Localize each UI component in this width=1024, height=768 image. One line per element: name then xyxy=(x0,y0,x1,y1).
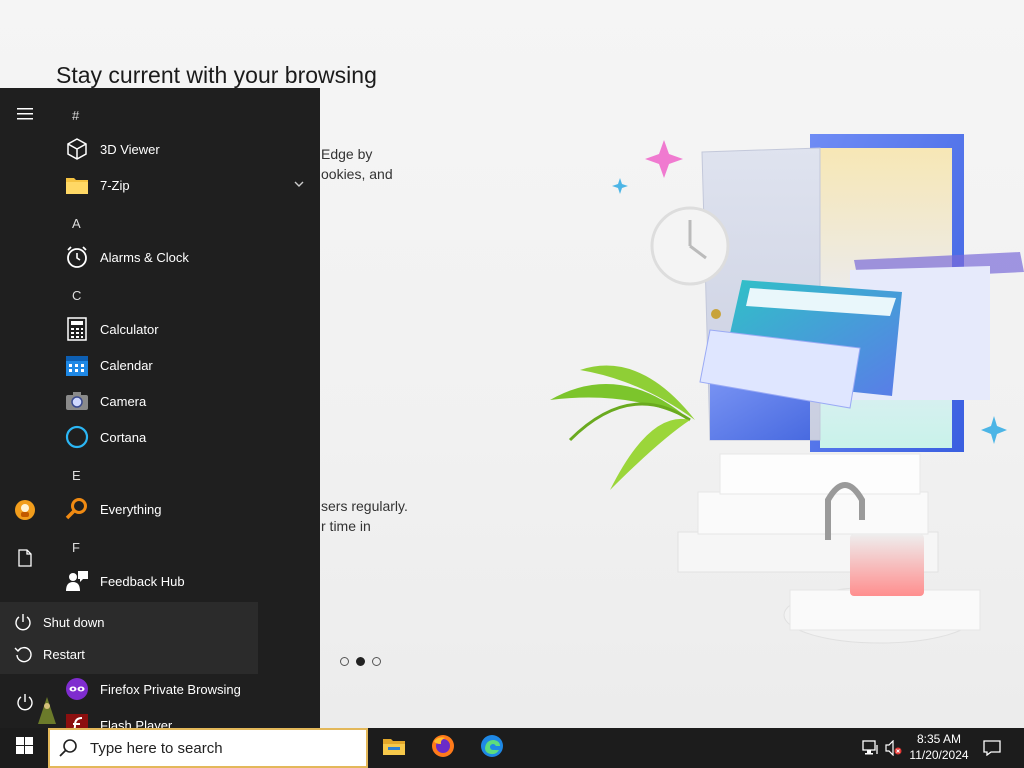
search-icon xyxy=(58,738,78,758)
start-button[interactable] xyxy=(0,728,48,768)
section-letter[interactable]: C xyxy=(72,288,81,303)
folder-icon xyxy=(382,736,406,761)
section-letter[interactable]: # xyxy=(72,108,79,123)
power-icon xyxy=(13,613,33,631)
page-text-line: Edge by xyxy=(321,146,373,162)
firefox-icon xyxy=(431,734,455,763)
carousel-dot[interactable] xyxy=(340,657,349,666)
taskbar-file-explorer[interactable] xyxy=(370,728,418,768)
hamburger-icon xyxy=(17,107,33,125)
app-label: 7-Zip xyxy=(100,177,130,193)
documents-button[interactable] xyxy=(0,538,50,582)
app-alarms-clock[interactable]: Alarms & Clock xyxy=(60,239,315,275)
app-firefox-private[interactable]: Firefox Private Browsing xyxy=(60,671,315,707)
page-heading: Stay current with your browsing xyxy=(56,62,377,88)
restart-icon xyxy=(13,645,33,663)
flash-icon xyxy=(64,712,90,728)
app-label: Alarms & Clock xyxy=(100,249,189,265)
app-label: Cortana xyxy=(100,429,147,445)
restart-button[interactable]: Restart xyxy=(0,638,258,670)
page-text-line: sers regularly. xyxy=(321,498,408,514)
carousel-dot[interactable] xyxy=(372,657,381,666)
search-placeholder: Type here to search xyxy=(90,739,223,757)
shutdown-button[interactable]: Shut down xyxy=(0,606,258,638)
app-feedback-hub[interactable]: Feedback Hub xyxy=(60,563,315,599)
hamburger-menu-button[interactable] xyxy=(0,94,50,138)
clock-time: 8:35 AM xyxy=(916,732,962,746)
section-letter[interactable]: F xyxy=(72,540,80,555)
cube-icon xyxy=(64,136,90,162)
notifications-icon[interactable] xyxy=(983,740,1001,761)
windows-logo-icon xyxy=(15,737,33,759)
page-text-line: ookies, and xyxy=(321,166,393,182)
taskbar: Type here to search 8:35 AM 11/20/2024 xyxy=(0,728,1024,768)
page-text-line: r time in xyxy=(321,518,371,534)
taskbar-edge[interactable] xyxy=(468,728,516,768)
app-calculator[interactable]: Calculator xyxy=(60,311,315,347)
section-letter[interactable]: A xyxy=(72,216,81,231)
app-label: Calendar xyxy=(100,357,153,373)
power-flyout: Shut down Restart xyxy=(0,602,258,674)
camera-icon xyxy=(64,388,90,414)
app-cortana[interactable]: Cortana xyxy=(60,419,315,455)
taskbar-clock[interactable]: 8:35 AM 11/20/2024 xyxy=(904,731,974,763)
cortana-icon xyxy=(64,424,90,450)
carousel-dots xyxy=(340,657,381,666)
feedback-hub-icon xyxy=(64,568,90,594)
app-camera[interactable]: Camera xyxy=(60,383,315,419)
taskbar-firefox[interactable] xyxy=(419,728,467,768)
magnifier-icon xyxy=(64,496,90,522)
app-label: Everything xyxy=(100,501,162,517)
edge-icon xyxy=(480,734,504,763)
firefox-private-icon xyxy=(64,676,90,702)
app-flash-player[interactable]: Flash Player xyxy=(60,707,315,728)
network-icon[interactable] xyxy=(862,740,880,761)
search-input[interactable]: Type here to search xyxy=(48,728,368,768)
app-label: Feedback Hub xyxy=(100,573,185,589)
app-label: Flash Player xyxy=(100,717,173,729)
app-label: Camera xyxy=(100,393,147,409)
calculator-icon xyxy=(64,316,90,342)
avatar xyxy=(14,499,36,526)
desktop-shortcut-icon[interactable] xyxy=(36,696,58,731)
chevron-down-icon[interactable] xyxy=(293,177,305,195)
document-icon xyxy=(18,548,32,572)
app-7zip-folder[interactable]: 7-Zip xyxy=(60,167,315,203)
power-icon xyxy=(16,693,34,716)
app-3d-viewer[interactable]: 3D Viewer xyxy=(60,131,315,167)
app-label: Calculator xyxy=(100,321,159,337)
app-everything[interactable]: Everything xyxy=(60,491,315,527)
clock-date: 11/20/2024 xyxy=(909,748,969,762)
app-calendar[interactable]: Calendar xyxy=(60,347,315,383)
folder-icon xyxy=(64,172,90,198)
calendar-icon xyxy=(64,352,90,378)
user-account-button[interactable] xyxy=(0,490,50,534)
shutdown-label: Shut down xyxy=(43,614,105,630)
section-letter[interactable]: E xyxy=(72,468,81,483)
app-label: 3D Viewer xyxy=(100,141,160,157)
app-label: Firefox Private Browsing xyxy=(100,681,241,697)
volume-muted-icon[interactable] xyxy=(885,739,903,761)
browser-illustration xyxy=(550,134,1024,644)
alarm-clock-icon xyxy=(64,244,90,270)
carousel-dot-active[interactable] xyxy=(356,657,365,666)
restart-label: Restart xyxy=(43,646,85,662)
